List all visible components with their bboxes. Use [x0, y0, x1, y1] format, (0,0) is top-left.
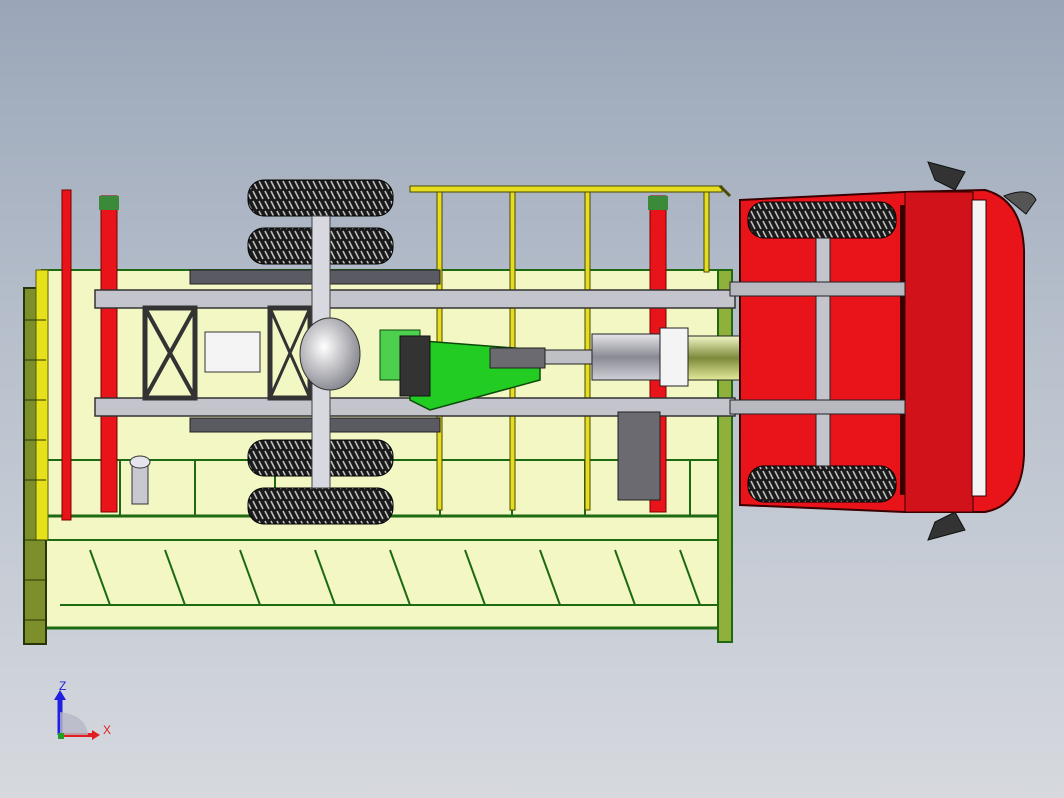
- body-side-panel-lower: [38, 514, 732, 630]
- tire: [247, 179, 394, 217]
- fuel-block: [204, 331, 261, 373]
- tire: [247, 487, 394, 525]
- front-bulkhead: [717, 269, 733, 643]
- axis-triad: [54, 690, 100, 740]
- battery-box: [617, 411, 661, 501]
- differential: [299, 317, 361, 391]
- z-axis-label: Z: [59, 679, 67, 693]
- front-tire-right: [747, 465, 897, 503]
- x-axis-label: X: [103, 723, 112, 737]
- front-tire-left: [747, 201, 897, 239]
- rear-cylinder: [129, 455, 151, 505]
- cad-viewport[interactable]: [0, 0, 1064, 798]
- cab: [729, 161, 1037, 541]
